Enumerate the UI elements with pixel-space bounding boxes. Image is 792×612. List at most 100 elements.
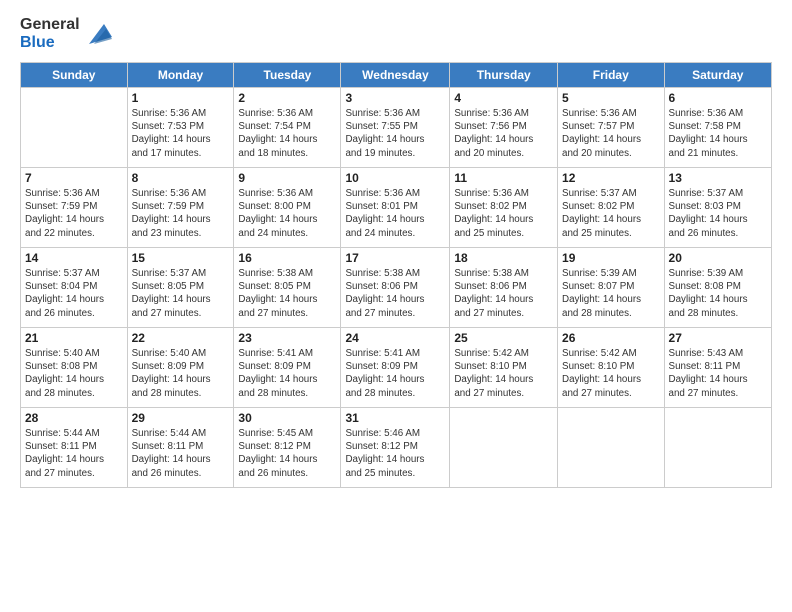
calendar-cell: 17Sunrise: 5:38 AMSunset: 8:06 PMDayligh… (341, 248, 450, 328)
day-number: 1 (132, 91, 230, 105)
day-info: Sunrise: 5:41 AMSunset: 8:09 PMDaylight:… (238, 347, 336, 400)
day-number: 16 (238, 251, 336, 265)
day-info: Sunrise: 5:36 AMSunset: 8:02 PMDaylight:… (454, 187, 553, 240)
day-number: 6 (669, 91, 767, 105)
day-number: 18 (454, 251, 553, 265)
day-info: Sunrise: 5:39 AMSunset: 8:07 PMDaylight:… (562, 267, 660, 320)
day-number: 9 (238, 171, 336, 185)
calendar-cell (558, 408, 665, 488)
calendar-cell: 20 Sunrise: 5:39 AMSunset: 8:08 PMDayligh… (664, 248, 771, 328)
calendar-cell: 19 Sunrise: 5:39 AMSunset: 8:07 PMDayligh… (558, 248, 665, 328)
calendar-cell: 15 Sunrise: 5:37 AMSunset: 8:05 PMDayligh… (127, 248, 234, 328)
day-info: Sunrise: 5:36 AMSunset: 7:59 PMDaylight:… (132, 187, 230, 240)
day-number: 5 (562, 91, 660, 105)
day-number: 7 (25, 171, 123, 185)
header: General Blue (20, 16, 772, 52)
day-number: 21 (25, 331, 123, 345)
day-info: Sunrise: 5:36 AMSunset: 7:58 PMDaylight:… (669, 107, 767, 160)
day-info: Sunrise: 5:37 AMSunset: 8:03 PMDaylight:… (669, 187, 767, 240)
calendar-cell: 11 Sunrise: 5:36 AMSunset: 8:02 PMDayligh… (450, 168, 558, 248)
day-info: Sunrise: 5:38 AMSunset: 8:06 PMDaylight:… (454, 267, 553, 320)
day-info: Sunrise: 5:42 AMSunset: 8:10 PMDaylight:… (454, 347, 553, 400)
day-info: Sunrise: 5:36 AMSunset: 7:55 PMDaylight:… (345, 107, 445, 160)
day-info: Sunrise: 5:38 AMSunset: 8:05 PMDaylight:… (238, 267, 336, 320)
calendar-cell: 27 Sunrise: 5:43 AMSunset: 8:11 PMDayligh… (664, 328, 771, 408)
calendar-week-row: 1Sunrise: 5:36 AMSunset: 7:53 PMDaylight… (21, 88, 772, 168)
day-number: 30 (238, 411, 336, 425)
calendar-header-tuesday: Tuesday (234, 63, 341, 88)
day-info: Sunrise: 5:44 AMSunset: 8:11 PMDaylight:… (25, 427, 123, 480)
calendar-cell: 31 Sunrise: 5:46 AMSunset: 8:12 PMDayligh… (341, 408, 450, 488)
logo: General Blue (20, 16, 114, 52)
day-info: Sunrise: 5:45 AMSunset: 8:12 PMDaylight:… (238, 427, 336, 480)
day-info: Sunrise: 5:38 AMSunset: 8:06 PMDaylight:… (345, 267, 445, 320)
calendar-week-row: 14Sunrise: 5:37 AMSunset: 8:04 PMDayligh… (21, 248, 772, 328)
day-info: Sunrise: 5:36 AMSunset: 8:00 PMDaylight:… (238, 187, 336, 240)
calendar-cell: 13 Sunrise: 5:37 AMSunset: 8:03 PMDayligh… (664, 168, 771, 248)
day-info: Sunrise: 5:40 AMSunset: 8:09 PMDaylight:… (132, 347, 230, 400)
day-number: 31 (345, 411, 445, 425)
day-number: 20 (669, 251, 767, 265)
calendar-table: SundayMondayTuesdayWednesdayThursdayFrid… (20, 62, 772, 488)
calendar-cell: 8 Sunrise: 5:36 AMSunset: 7:59 PMDaylight… (127, 168, 234, 248)
calendar-cell (664, 408, 771, 488)
day-info: Sunrise: 5:40 AMSunset: 8:08 PMDaylight:… (25, 347, 123, 400)
day-info: Sunrise: 5:42 AMSunset: 8:10 PMDaylight:… (562, 347, 660, 400)
calendar-cell: 24 Sunrise: 5:41 AMSunset: 8:09 PMDayligh… (341, 328, 450, 408)
day-info: Sunrise: 5:43 AMSunset: 8:11 PMDaylight:… (669, 347, 767, 400)
day-number: 24 (345, 331, 445, 345)
calendar-header-sunday: Sunday (21, 63, 128, 88)
day-number: 28 (25, 411, 123, 425)
calendar-cell: 22 Sunrise: 5:40 AMSunset: 8:09 PMDayligh… (127, 328, 234, 408)
day-info: Sunrise: 5:37 AMSunset: 8:04 PMDaylight:… (25, 267, 123, 320)
day-number: 29 (132, 411, 230, 425)
calendar-cell: 3 Sunrise: 5:36 AMSunset: 7:55 PMDaylight… (341, 88, 450, 168)
calendar-cell: 4Sunrise: 5:36 AMSunset: 7:56 PMDaylight… (450, 88, 558, 168)
calendar-cell: 6 Sunrise: 5:36 AMSunset: 7:58 PMDaylight… (664, 88, 771, 168)
calendar-week-row: 21 Sunrise: 5:40 AMSunset: 8:08 PMDayligh… (21, 328, 772, 408)
calendar-cell: 9 Sunrise: 5:36 AMSunset: 8:00 PMDaylight… (234, 168, 341, 248)
day-number: 2 (238, 91, 336, 105)
calendar-cell: 10 Sunrise: 5:36 AMSunset: 8:01 PMDayligh… (341, 168, 450, 248)
day-number: 13 (669, 171, 767, 185)
calendar-cell: 28 Sunrise: 5:44 AMSunset: 8:11 PMDayligh… (21, 408, 128, 488)
day-info: Sunrise: 5:37 AMSunset: 8:05 PMDaylight:… (132, 267, 230, 320)
calendar-cell: 2 Sunrise: 5:36 AMSunset: 7:54 PMDaylight… (234, 88, 341, 168)
day-number: 10 (345, 171, 445, 185)
day-number: 11 (454, 171, 553, 185)
calendar-cell: 7 Sunrise: 5:36 AMSunset: 7:59 PMDaylight… (21, 168, 128, 248)
day-info: Sunrise: 5:36 AMSunset: 7:54 PMDaylight:… (238, 107, 336, 160)
calendar-header-thursday: Thursday (450, 63, 558, 88)
day-number: 23 (238, 331, 336, 345)
day-info: Sunrise: 5:36 AMSunset: 7:57 PMDaylight:… (562, 107, 660, 160)
day-number: 22 (132, 331, 230, 345)
day-info: Sunrise: 5:44 AMSunset: 8:11 PMDaylight:… (132, 427, 230, 480)
calendar-week-row: 28 Sunrise: 5:44 AMSunset: 8:11 PMDayligh… (21, 408, 772, 488)
logo-blue-text: Blue (20, 34, 80, 52)
day-info: Sunrise: 5:46 AMSunset: 8:12 PMDaylight:… (345, 427, 445, 480)
calendar-cell: 14Sunrise: 5:37 AMSunset: 8:04 PMDayligh… (21, 248, 128, 328)
day-info: Sunrise: 5:39 AMSunset: 8:08 PMDaylight:… (669, 267, 767, 320)
calendar-header-wednesday: Wednesday (341, 63, 450, 88)
day-info: Sunrise: 5:36 AMSunset: 8:01 PMDaylight:… (345, 187, 445, 240)
calendar-cell: 29 Sunrise: 5:44 AMSunset: 8:11 PMDayligh… (127, 408, 234, 488)
day-number: 4 (454, 91, 553, 105)
day-number: 8 (132, 171, 230, 185)
calendar-cell: 23 Sunrise: 5:41 AMSunset: 8:09 PMDayligh… (234, 328, 341, 408)
calendar-cell: 1Sunrise: 5:36 AMSunset: 7:53 PMDaylight… (127, 88, 234, 168)
day-number: 3 (345, 91, 445, 105)
calendar-cell (21, 88, 128, 168)
day-number: 15 (132, 251, 230, 265)
calendar-cell: 5 Sunrise: 5:36 AMSunset: 7:57 PMDaylight… (558, 88, 665, 168)
day-number: 26 (562, 331, 660, 345)
day-number: 12 (562, 171, 660, 185)
day-info: Sunrise: 5:36 AMSunset: 7:59 PMDaylight:… (25, 187, 123, 240)
logo-general-text: General (20, 16, 80, 34)
calendar-cell: 26 Sunrise: 5:42 AMSunset: 8:10 PMDayligh… (558, 328, 665, 408)
day-number: 27 (669, 331, 767, 345)
day-info: Sunrise: 5:37 AMSunset: 8:02 PMDaylight:… (562, 187, 660, 240)
day-number: 19 (562, 251, 660, 265)
day-number: 25 (454, 331, 553, 345)
day-info: Sunrise: 5:41 AMSunset: 8:09 PMDaylight:… (345, 347, 445, 400)
calendar-header-saturday: Saturday (664, 63, 771, 88)
